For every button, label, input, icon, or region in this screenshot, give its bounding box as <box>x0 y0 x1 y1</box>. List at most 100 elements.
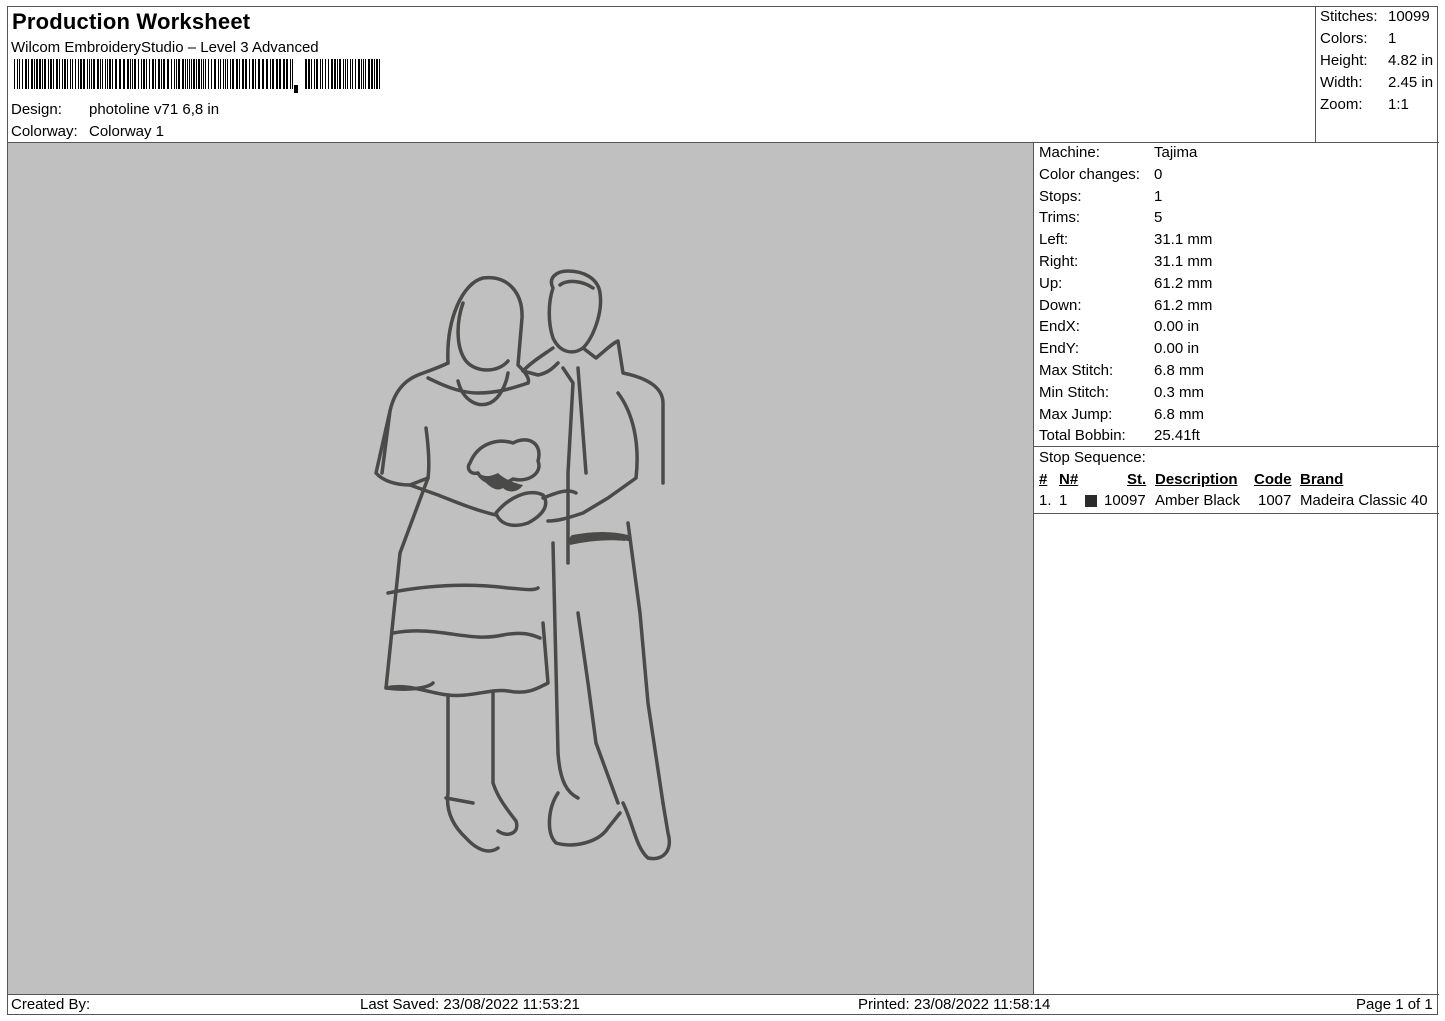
info-value: 31.1 mm <box>1154 231 1213 249</box>
info-label: Min Stitch: <box>1039 383 1110 401</box>
stat-label: Colors: <box>1320 30 1368 47</box>
divider <box>1034 513 1439 514</box>
woman-leg-left <box>445 693 500 853</box>
man-shoe-left <box>547 791 622 847</box>
info-value: 6.8 mm <box>1154 362 1205 379</box>
row-brand: Madeira Classic 40 <box>1300 492 1428 509</box>
row-stitches: 10097 <box>1104 492 1146 509</box>
stat-label: Width: <box>1320 74 1363 91</box>
page-number: Page 1 of 1 <box>1356 996 1433 1013</box>
row-index: 1. <box>1039 492 1052 509</box>
colorway-row: Colorway: Colorway 1 <box>11 123 164 140</box>
machine-info-row: EndY: 0.00 in <box>1039 340 1199 357</box>
machine-info-row: Trims: 5 <box>1039 209 1162 226</box>
machine-info-row: Up: 61.2 mm <box>1039 275 1212 292</box>
bouquet-outline <box>466 438 541 486</box>
stat-value: 1:1 <box>1388 96 1409 113</box>
man-shoulder-right <box>581 339 665 485</box>
divider <box>1034 446 1439 447</box>
design-label: Design: <box>11 101 62 118</box>
design-stats: Stitches: 10099 Colors: 1 Height: 4.82 in W… <box>1316 7 1439 143</box>
col-stitches: St. <box>1127 471 1147 488</box>
info-value: 0.3 mm <box>1154 383 1205 401</box>
man-shoe-right <box>621 801 671 861</box>
last-saved: Last Saved: 23/08/2022 11:53:21 <box>360 996 580 1013</box>
info-value: Tajima <box>1154 144 1198 161</box>
thread-color-swatch <box>1085 495 1097 507</box>
stat-width: Width: 2.45 in <box>1320 74 1433 91</box>
info-label: EndX: <box>1039 318 1080 336</box>
row-needle: 1 <box>1059 492 1068 509</box>
printed-date: Printed: 23/08/2022 11:58:14 <box>858 996 1051 1013</box>
machine-info-row: Down: 61.2 mm <box>1039 297 1212 314</box>
woman-sandal <box>444 796 475 805</box>
man-leg-right <box>626 521 665 805</box>
machine-info-row: Right: 31.1 mm <box>1039 253 1212 270</box>
stat-colors: Colors: 1 <box>1320 30 1396 47</box>
info-label: Total Bobbin: <box>1039 427 1126 445</box>
info-label: Stops: <box>1039 187 1082 205</box>
stat-label: Zoom: <box>1320 96 1363 113</box>
woman-skirt-left <box>384 476 435 691</box>
worksheet-header: Production Worksheet Wilcom EmbroiderySt… <box>8 7 1316 143</box>
stat-value: 1 <box>1388 30 1397 47</box>
woman-leg-right <box>491 691 519 836</box>
info-label: Trims: <box>1039 209 1081 227</box>
colorway-value: Colorway 1 <box>89 123 165 140</box>
info-label: Machine: <box>1039 144 1100 161</box>
info-value: 31.1 mm <box>1154 253 1213 270</box>
info-label: Right: <box>1039 253 1079 270</box>
col-code: Code <box>1254 471 1292 488</box>
design-preview <box>8 143 1034 994</box>
stat-label: Height: <box>1320 52 1368 69</box>
info-value: 5 <box>1154 209 1163 227</box>
worksheet: Production Worksheet Wilcom EmbroiderySt… <box>7 6 1439 1015</box>
machine-info-row: Color changes: 0 <box>1039 166 1162 183</box>
info-label: Up: <box>1039 274 1063 292</box>
machine-info-row: Total Bobbin: 25.41ft <box>1039 427 1200 444</box>
col-description: Description <box>1155 471 1238 488</box>
machine-info-row: Left: 31.1 mm <box>1039 231 1212 248</box>
man-hair <box>558 279 595 290</box>
info-value: 25.41ft <box>1154 427 1200 445</box>
skirt-stripe-2 <box>391 629 542 640</box>
machine-info-row: Min Stitch: 0.3 mm <box>1039 384 1204 401</box>
man-collar <box>521 346 560 377</box>
machine-info-row: Max Jump: 6.8 mm <box>1039 406 1204 423</box>
stat-height: Height: 4.82 in <box>1320 52 1433 69</box>
barcode-image <box>14 59 380 93</box>
info-value: 0.00 in <box>1154 340 1200 358</box>
created-by: Created By: <box>11 996 91 1013</box>
info-label: Down: <box>1039 296 1082 314</box>
info-label: Left: <box>1039 231 1069 249</box>
stat-value: 2.45 in <box>1388 74 1434 91</box>
woman-necklace <box>456 371 510 407</box>
row-description: Amber Black <box>1155 492 1241 509</box>
man-placket <box>576 366 588 475</box>
info-value: 0.00 in <box>1154 318 1200 336</box>
software-subtitle: Wilcom EmbroideryStudio – Level 3 Advanc… <box>11 39 319 56</box>
row-code: 1007 <box>1258 492 1292 509</box>
stat-value: 4.82 in <box>1388 52 1434 69</box>
woman-face <box>456 301 510 372</box>
man-leg-left <box>551 541 580 800</box>
stat-label: Stitches: <box>1320 8 1378 25</box>
woman-hands <box>494 491 548 527</box>
info-label: Max Jump: <box>1039 405 1113 423</box>
machine-info-row: EndX: 0.00 in <box>1039 318 1199 335</box>
info-label: Max Stitch: <box>1039 362 1114 379</box>
info-value: 1 <box>1154 187 1163 205</box>
info-value: 0 <box>1154 165 1163 183</box>
design-row: Design: photoline v71 6,8 in <box>11 101 219 118</box>
man-cuff <box>541 489 578 500</box>
woman-hair <box>446 276 531 385</box>
man-shirt-front <box>561 366 575 565</box>
machine-info-row: Max Stitch: 6.8 mm <box>1039 362 1204 379</box>
info-value: 61.2 mm <box>1154 296 1213 314</box>
design-value: photoline v71 6,8 in <box>89 101 220 118</box>
woman-bodice <box>424 426 431 480</box>
machine-info-panel: Machine: Tajima Color changes: 0 Stops: 1 Trim… <box>1034 143 1439 994</box>
man-leg-inner <box>576 611 620 805</box>
col-brand: Brand <box>1300 471 1344 488</box>
skirt-stripe-1 <box>386 583 540 595</box>
